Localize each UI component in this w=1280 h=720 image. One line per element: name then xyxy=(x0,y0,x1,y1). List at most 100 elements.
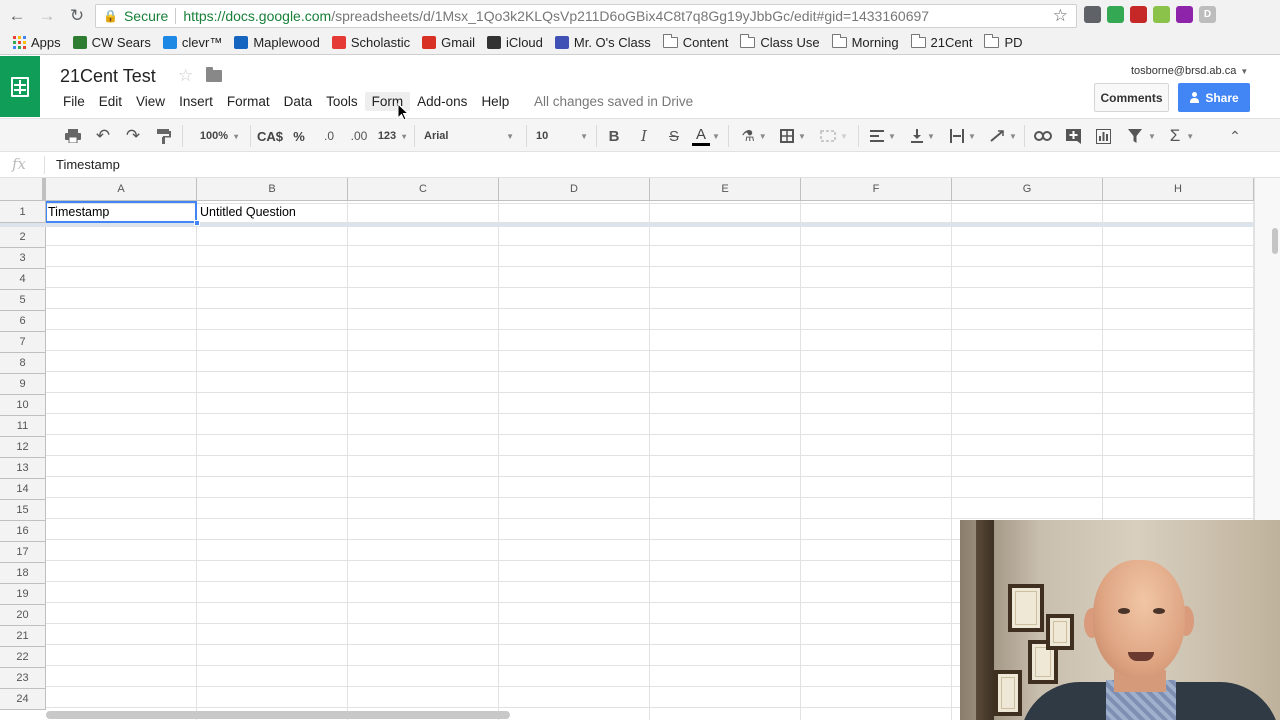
bookmark-maplewood[interactable]: Maplewood xyxy=(234,35,320,50)
row-header-24[interactable]: 24 xyxy=(0,689,46,710)
row-header-14[interactable]: 14 xyxy=(0,479,46,500)
decrease-decimal-button[interactable]: .0 xyxy=(318,125,340,147)
cell-b1[interactable]: Untitled Question xyxy=(200,205,296,219)
sheets-logo-icon[interactable] xyxy=(0,56,40,117)
text-color-button[interactable]: A ▼ xyxy=(690,125,722,147)
row-header-23[interactable]: 23 xyxy=(0,668,46,689)
extension-icon[interactable] xyxy=(1107,6,1124,23)
column-header-b[interactable]: B xyxy=(197,178,348,201)
row-header-15[interactable]: 15 xyxy=(0,500,46,521)
menu-edit[interactable]: Edit xyxy=(92,92,129,111)
bookmark-icloud[interactable]: iCloud xyxy=(487,35,543,50)
column-header-h[interactable]: H xyxy=(1103,178,1254,201)
row-header-6[interactable]: 6 xyxy=(0,311,46,332)
column-header-e[interactable]: E xyxy=(650,178,801,201)
print-icon[interactable] xyxy=(62,125,84,147)
row-header-13[interactable]: 13 xyxy=(0,458,46,479)
column-header-d[interactable]: D xyxy=(499,178,650,201)
row-header-2[interactable]: 2 xyxy=(0,227,46,248)
italic-button[interactable]: I xyxy=(634,125,654,147)
bookmark-pd[interactable]: PD xyxy=(984,34,1023,50)
insert-link-icon[interactable] xyxy=(1032,125,1054,147)
column-header-f[interactable]: F xyxy=(801,178,952,201)
bookmark-mr-o-s-class[interactable]: Mr. O's Class xyxy=(554,35,651,50)
vertical-align-icon[interactable]: ▼ xyxy=(906,125,940,147)
reload-icon[interactable]: ↻ xyxy=(64,3,90,29)
row-header-3[interactable]: 3 xyxy=(0,248,46,269)
column-header-a[interactable]: A xyxy=(46,178,197,201)
menu-file[interactable]: File xyxy=(56,92,92,111)
horizontal-scroll-thumb[interactable] xyxy=(46,711,510,719)
comments-button[interactable]: Comments xyxy=(1094,83,1169,112)
insert-comment-icon[interactable] xyxy=(1062,125,1084,147)
star-icon[interactable]: ☆ xyxy=(178,66,193,86)
horizontal-align-icon[interactable]: ▼ xyxy=(866,125,900,147)
menu-data[interactable]: Data xyxy=(277,92,320,111)
vertical-scroll-thumb[interactable] xyxy=(1272,228,1278,254)
row-header-20[interactable]: 20 xyxy=(0,605,46,626)
select-all-corner[interactable] xyxy=(0,178,46,201)
column-header-g[interactable]: G xyxy=(952,178,1103,201)
bookmark-content[interactable]: Content xyxy=(662,34,728,50)
row-header-16[interactable]: 16 xyxy=(0,521,46,542)
undo-icon[interactable]: ↶ xyxy=(92,125,114,147)
percent-format-button[interactable]: % xyxy=(290,125,308,147)
row-header-4[interactable]: 4 xyxy=(0,269,46,290)
merge-cells-icon[interactable]: ▼ xyxy=(816,125,852,147)
menu-view[interactable]: View xyxy=(129,92,172,111)
extension-icon[interactable] xyxy=(1176,6,1193,23)
menu-format[interactable]: Format xyxy=(220,92,277,111)
borders-icon[interactable]: ▼ xyxy=(776,125,810,147)
back-icon[interactable]: ← xyxy=(4,3,30,29)
fill-handle[interactable] xyxy=(194,220,200,226)
bookmark-cw-sears[interactable]: CW Sears xyxy=(72,35,151,50)
row-header-10[interactable]: 10 xyxy=(0,395,46,416)
bookmark-gmail[interactable]: Gmail xyxy=(422,35,475,50)
address-bar[interactable]: 🔒 Secure https://docs.google.com/spreads… xyxy=(95,4,1077,28)
extension-icon[interactable] xyxy=(1153,6,1170,23)
row-header-22[interactable]: 22 xyxy=(0,647,46,668)
menu-add-ons[interactable]: Add-ons xyxy=(410,92,474,111)
row-header-7[interactable]: 7 xyxy=(0,332,46,353)
bookmark-clevr[interactable]: clevr™ xyxy=(162,35,222,50)
extension-icon[interactable] xyxy=(1130,6,1147,23)
font-family-select[interactable]: Arial ▼ xyxy=(424,125,514,147)
row-header-18[interactable]: 18 xyxy=(0,563,46,584)
bookmark-morning[interactable]: Morning xyxy=(831,34,899,50)
zoom-select[interactable]: 100% xyxy=(193,125,245,147)
formula-input[interactable]: Timestamp xyxy=(56,157,120,172)
row-header-12[interactable]: 12 xyxy=(0,437,46,458)
redo-icon[interactable]: ↷ xyxy=(122,125,144,147)
extension-icon[interactable]: D xyxy=(1199,6,1216,23)
bookmark-21cent[interactable]: 21Cent xyxy=(910,34,972,50)
row-header-1[interactable]: 1 xyxy=(0,201,46,223)
increase-decimal-button[interactable]: .00 xyxy=(347,125,371,147)
bold-button[interactable]: B xyxy=(604,125,624,147)
row-header-19[interactable]: 19 xyxy=(0,584,46,605)
row-header-8[interactable]: 8 xyxy=(0,353,46,374)
forward-icon[interactable]: → xyxy=(34,3,60,29)
bookmark-class-use[interactable]: Class Use xyxy=(740,34,820,50)
insert-chart-icon[interactable] xyxy=(1092,125,1114,147)
save-status[interactable]: All changes saved in Drive xyxy=(534,94,693,109)
row-header-11[interactable]: 11 xyxy=(0,416,46,437)
menu-help[interactable]: Help xyxy=(474,92,516,111)
bookmark-star-icon[interactable]: ☆ xyxy=(1053,6,1068,26)
functions-icon[interactable]: Σ ▼ xyxy=(1166,125,1198,147)
font-size-select[interactable]: 10 ▼ xyxy=(536,125,588,147)
paint-format-icon[interactable] xyxy=(153,125,175,147)
row-header-9[interactable]: 9 xyxy=(0,374,46,395)
row-header-5[interactable]: 5 xyxy=(0,290,46,311)
fill-color-icon[interactable]: ⚗ ▼ xyxy=(738,125,770,147)
bookmark-scholastic[interactable]: Scholastic xyxy=(331,35,410,50)
more-formats-select[interactable]: 123 xyxy=(376,125,408,147)
menu-insert[interactable]: Insert xyxy=(172,92,220,111)
collapse-toolbar-icon[interactable]: ⌃ xyxy=(1224,125,1246,147)
text-wrapping-icon[interactable]: ▼ xyxy=(946,125,980,147)
folder-icon[interactable] xyxy=(206,67,222,82)
column-header-c[interactable]: C xyxy=(348,178,499,201)
share-button[interactable]: Share xyxy=(1178,83,1250,112)
currency-format-button[interactable]: CA$ xyxy=(255,125,285,147)
account-email[interactable]: tosborne@brsd.ab.ca ▼ xyxy=(1131,65,1248,77)
extension-icon[interactable] xyxy=(1084,6,1101,23)
